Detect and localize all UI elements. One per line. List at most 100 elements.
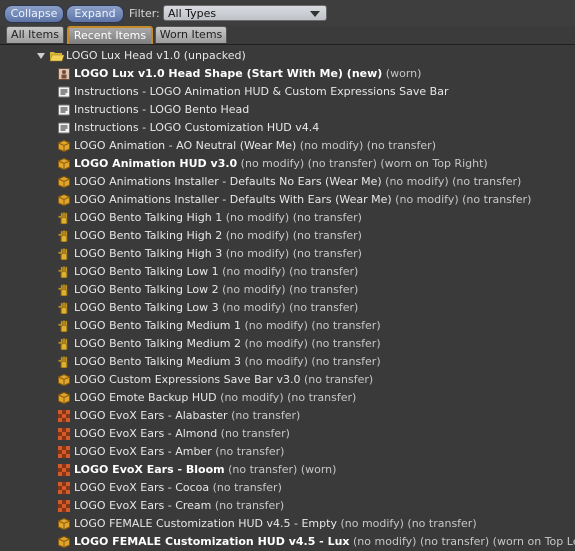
item-label: LOGO Custom Expressions Save Bar v3.0 (n…	[74, 371, 373, 389]
inventory-item-row[interactable]: Instructions - LOGO Bento Head	[0, 101, 575, 119]
notecard-icon	[58, 104, 70, 116]
item-name: LOGO EvoX Ears - Bloom	[74, 463, 225, 476]
item-label: LOGO Emote Backup HUD (no modify) (no tr…	[74, 389, 356, 407]
item-permissions: (no transfer)	[217, 427, 290, 440]
filter-label: Filter:	[129, 7, 160, 20]
object-box-icon	[58, 374, 70, 386]
inventory-item-row[interactable]: LOGO EvoX Ears - Alabaster (no transfer)	[0, 407, 575, 425]
inventory-item-row[interactable]: LOGO EvoX Ears - Cream (no transfer)	[0, 497, 575, 515]
inventory-item-row[interactable]: LOGO FEMALE Customization HUD v4.5 - Lux…	[0, 533, 575, 551]
item-permissions: (no modify) (no transfer) (worn on Top L…	[349, 535, 575, 548]
notecard-icon	[58, 122, 70, 134]
inventory-item-row[interactable]: LOGO Bento Talking High 3 (no modify) (n…	[0, 245, 575, 263]
texture-icon	[58, 464, 70, 476]
texture-icon	[58, 446, 70, 458]
inventory-item-row[interactable]: LOGO Bento Talking High 2 (no modify) (n…	[0, 227, 575, 245]
inventory-item-row[interactable]: LOGO EvoX Ears - Cocoa (no transfer)	[0, 479, 575, 497]
inventory-item-row[interactable]: LOGO Emote Backup HUD (no modify) (no tr…	[0, 389, 575, 407]
inventory-item-row[interactable]: LOGO Animation HUD v3.0 (no modify) (no …	[0, 155, 575, 173]
item-name: LOGO EvoX Ears - Amber	[74, 445, 212, 458]
inventory-item-row[interactable]: Instructions - LOGO Animation HUD & Cust…	[0, 83, 575, 101]
inventory-item-row[interactable]: LOGO Animations Installer - Defaults No …	[0, 173, 575, 191]
item-permissions: (no transfer)	[211, 499, 285, 512]
item-label: LOGO Bento Talking Low 3 (no modify) (no…	[74, 299, 358, 317]
notecard-icon	[58, 86, 70, 98]
item-label: LOGO EvoX Ears - Bloom (no transfer) (wo…	[74, 461, 336, 479]
item-name: LOGO Lux v1.0 Head Shape (Start With Me)…	[74, 67, 383, 80]
inventory-item-row[interactable]: Instructions - LOGO Customization HUD v4…	[0, 119, 575, 137]
gesture-icon	[58, 302, 68, 314]
item-permissions: (no modify) (no transfer)	[240, 337, 381, 350]
item-permissions: (no modify) (no transfer)	[381, 175, 522, 188]
inventory-item-row[interactable]: LOGO Bento Talking Low 1 (no modify) (no…	[0, 263, 575, 281]
item-permissions: (no modify) (no transfer)	[218, 283, 359, 296]
item-permissions: (no transfer)	[211, 445, 285, 458]
item-permissions: (no modify) (no transfer)	[240, 319, 381, 332]
expand-arrow-icon[interactable]	[37, 53, 45, 59]
inventory-item-row[interactable]: LOGO Animations Installer - Defaults Wit…	[0, 191, 575, 209]
item-name: LOGO Animation - AO Neutral (Wear Me)	[74, 139, 297, 152]
gesture-icon	[58, 356, 68, 368]
item-name: LOGO Bento Talking Medium 3	[74, 355, 241, 368]
object-box-icon	[58, 392, 70, 404]
item-label: LOGO FEMALE Customization HUD v4.5 - Emp…	[74, 515, 477, 533]
gesture-icon	[58, 338, 68, 350]
item-permissions: (no modify) (no transfer)	[216, 391, 357, 404]
inventory-item-row[interactable]: LOGO Bento Talking Medium 3 (no modify) …	[0, 353, 575, 371]
item-name: LOGO Bento Talking High 1	[74, 211, 223, 224]
item-name: LOGO Bento Talking Medium 2	[74, 337, 241, 350]
texture-icon	[58, 410, 70, 422]
item-name: Instructions - LOGO Customization HUD v4…	[74, 121, 320, 134]
gesture-icon	[58, 248, 68, 260]
item-name: LOGO Bento Talking High 3	[74, 247, 223, 260]
object-box-icon	[58, 518, 70, 530]
item-permissions: (no modify) (no transfer)	[222, 211, 362, 224]
inventory-item-row[interactable]: LOGO Bento Talking Medium 2 (no modify) …	[0, 335, 575, 353]
item-name: LOGO Custom Expressions Save Bar v3.0	[74, 373, 301, 386]
gesture-icon	[58, 230, 68, 242]
item-label: LOGO EvoX Ears - Cream (no transfer)	[74, 497, 284, 515]
item-name: LOGO Bento Talking Low 1	[74, 265, 219, 278]
inventory-item-row[interactable]: LOGO EvoX Ears - Almond (no transfer)	[0, 425, 575, 443]
item-label: Instructions - LOGO Animation HUD & Cust…	[74, 83, 448, 101]
item-name: LOGO Bento Talking Low 3	[74, 301, 219, 314]
item-label: LOGO Lux v1.0 Head Shape (Start With Me)…	[74, 65, 421, 83]
folder-row[interactable]: LOGO Lux Head v1.0 (unpacked)	[0, 47, 575, 65]
texture-icon	[58, 482, 70, 494]
inventory-item-row[interactable]: LOGO FEMALE Customization HUD v4.5 - Emp…	[0, 515, 575, 533]
item-label: LOGO Bento Talking Low 1 (no modify) (no…	[74, 263, 358, 281]
item-name: LOGO EvoX Ears - Almond	[74, 427, 218, 440]
inventory-item-row[interactable]: LOGO Bento Talking Low 2 (no modify) (no…	[0, 281, 575, 299]
item-name: LOGO Animation HUD v3.0	[74, 157, 238, 170]
item-name: Instructions - LOGO Bento Head	[74, 103, 250, 116]
item-permissions: (no modify) (no transfer)	[218, 265, 359, 278]
inventory-item-row[interactable]: LOGO Custom Expressions Save Bar v3.0 (n…	[0, 371, 575, 389]
filter-type-select[interactable]: All Types	[163, 5, 327, 21]
tab-recent-items[interactable]: Recent Items	[67, 26, 153, 44]
gesture-icon	[58, 320, 68, 332]
inventory-item-row[interactable]: LOGO Bento Talking Medium 1 (no modify) …	[0, 317, 575, 335]
tab-all-items[interactable]: All Items	[6, 26, 64, 43]
item-label: LOGO Animation HUD v3.0 (no modify) (no …	[74, 155, 488, 173]
item-label: LOGO Bento Talking Medium 2 (no modify) …	[74, 335, 381, 353]
item-name: LOGO FEMALE Customization HUD v4.5 - Emp…	[74, 517, 337, 530]
inventory-item-row[interactable]: LOGO Bento Talking Low 3 (no modify) (no…	[0, 299, 575, 317]
inventory-item-row[interactable]: LOGO Lux v1.0 Head Shape (Start With Me)…	[0, 65, 575, 83]
item-label: LOGO Animations Installer - Defaults No …	[74, 173, 521, 191]
object-box-icon	[58, 176, 70, 188]
item-label: LOGO Bento Talking High 3 (no modify) (n…	[74, 245, 362, 263]
item-permissions: (no modify) (no transfer)	[222, 229, 362, 242]
inventory-item-row[interactable]: LOGO EvoX Ears - Amber (no transfer)	[0, 443, 575, 461]
item-label: Instructions - LOGO Bento Head	[74, 101, 249, 119]
texture-icon	[58, 500, 70, 512]
expand-button[interactable]: Expand	[66, 5, 124, 23]
item-permissions: (no transfer)	[227, 409, 301, 422]
item-label: LOGO Bento Talking High 1 (no modify) (n…	[74, 209, 362, 227]
item-permissions: (no modify) (no transfer)	[240, 355, 381, 368]
inventory-item-row[interactable]: LOGO EvoX Ears - Bloom (no transfer) (wo…	[0, 461, 575, 479]
inventory-item-row[interactable]: LOGO Bento Talking High 1 (no modify) (n…	[0, 209, 575, 227]
collapse-button[interactable]: Collapse	[4, 5, 64, 23]
item-permissions: (no transfer)	[300, 373, 374, 386]
inventory-item-row[interactable]: LOGO Animation - AO Neutral (Wear Me) (n…	[0, 137, 575, 155]
tab-worn-items[interactable]: Worn Items	[155, 26, 227, 43]
